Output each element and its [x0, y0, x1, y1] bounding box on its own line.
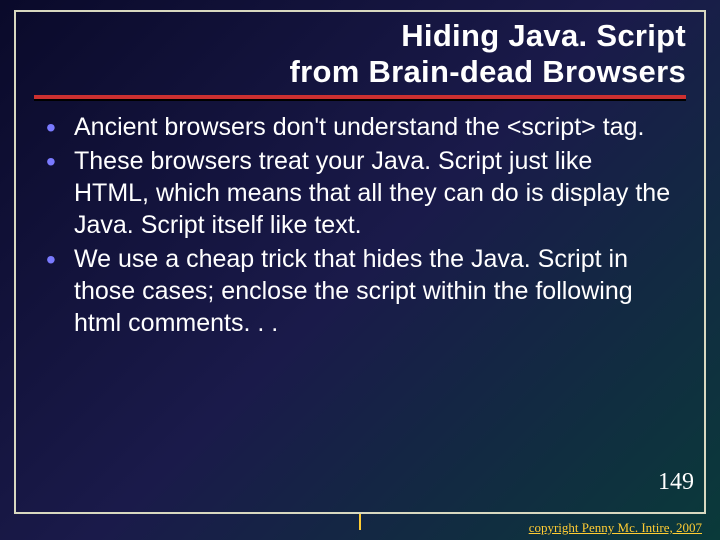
copyright-text: copyright Penny Mc. Intire, 2007	[529, 520, 702, 536]
slide-title: Hiding Java. Script from Brain-dead Brow…	[34, 18, 686, 89]
bullet-text: tag.	[596, 113, 645, 141]
title-rule-wrap	[16, 95, 704, 99]
slide-frame: Hiding Java. Script from Brain-dead Brow…	[14, 10, 706, 514]
bullet-text: These browsers treat your Java. Script j…	[74, 147, 670, 239]
footer-divider	[359, 514, 361, 530]
slide-number: 149	[658, 469, 694, 496]
title-line-2: from Brain-dead Browsers	[289, 54, 686, 89]
bullet-text: Ancient browsers don't understand the	[74, 113, 507, 141]
list-item: These browsers treat your Java. Script j…	[44, 145, 672, 241]
slide-header: Hiding Java. Script from Brain-dead Brow…	[16, 12, 704, 93]
bullet-text: We use a cheap trick that hides the Java…	[74, 245, 633, 337]
title-underline	[34, 95, 686, 99]
list-item: We use a cheap trick that hides the Java…	[44, 243, 672, 339]
slide-body: Ancient browsers don't understand the <s…	[16, 111, 704, 339]
title-line-1: Hiding Java. Script	[401, 18, 686, 53]
script-tag-text: <script>	[507, 113, 596, 141]
bullet-list: Ancient browsers don't understand the <s…	[44, 111, 672, 339]
list-item: Ancient browsers don't understand the <s…	[44, 111, 672, 143]
